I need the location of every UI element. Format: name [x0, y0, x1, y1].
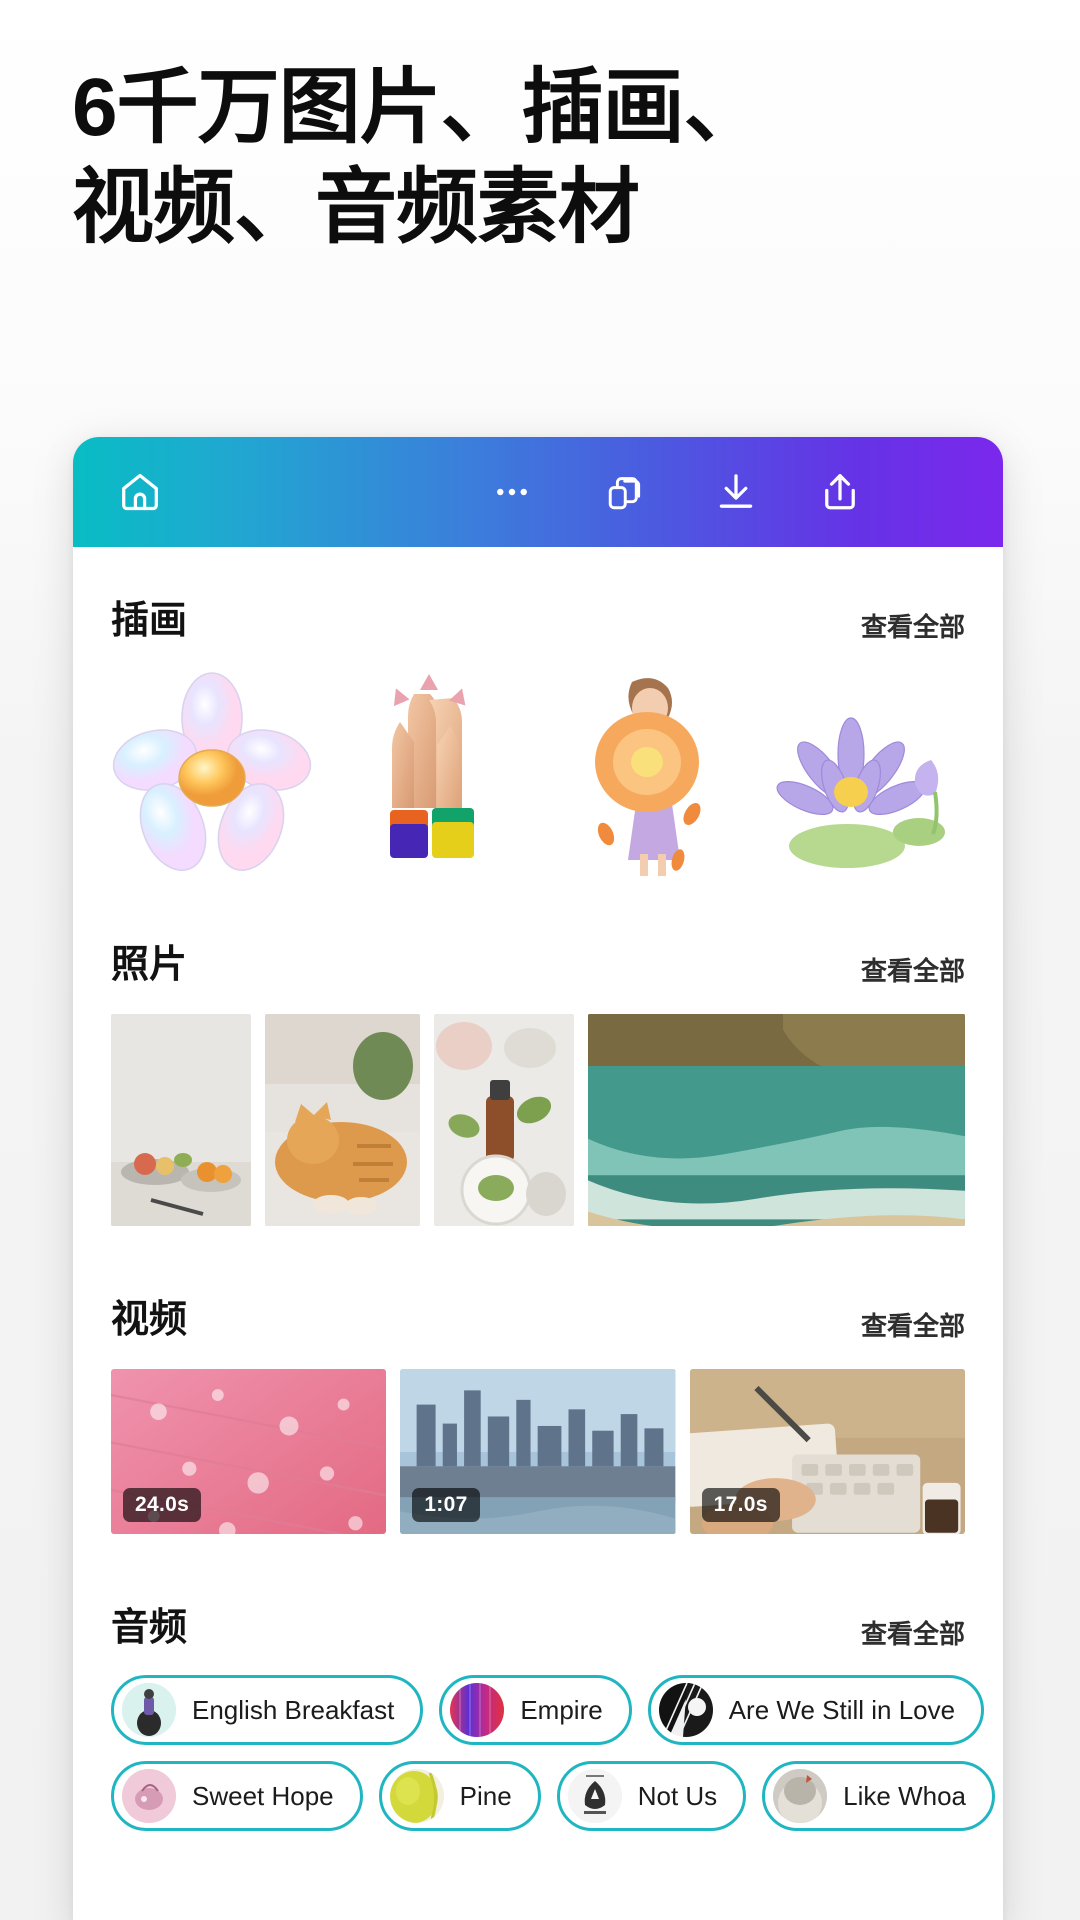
photo-fruit-bowls-still-life[interactable] [111, 1014, 251, 1226]
album-art-icon [773, 1769, 828, 1823]
home-icon[interactable] [103, 455, 177, 529]
see-all-photos[interactable]: 查看全部 [861, 951, 965, 988]
audio-chip-pine[interactable]: Pine [378, 1761, 541, 1831]
video-duration-badge: 17.0s [701, 1488, 780, 1522]
album-art-icon [450, 1683, 505, 1737]
video-hands-typing-keyboard[interactable]: 17.0s [689, 1369, 965, 1534]
section-title-audio: 音频 [111, 1607, 188, 1649]
audio-row-2: Sweet Hope Pine Not Us Like Whoa [111, 1761, 996, 1831]
audio-chip-like-whoa[interactable]: Like Whoa [762, 1761, 996, 1831]
see-all-videos[interactable]: 查看全部 [861, 1306, 965, 1343]
download-icon[interactable] [699, 455, 773, 529]
photos-header: 照片 查看全部 [107, 933, 969, 988]
photo-ocean-shore-cliff[interactable] [588, 1014, 965, 1226]
share-icon[interactable] [803, 455, 877, 529]
video-city-skyline-river[interactable]: 1:07 [400, 1369, 676, 1534]
audio-chip-sweet-hope[interactable]: Sweet Hope [111, 1761, 363, 1831]
album-art-icon [122, 1683, 176, 1737]
videos-header: 视频 查看全部 [107, 1288, 969, 1343]
video-duration-badge: 1:07 [412, 1488, 480, 1522]
photos-row [107, 1014, 969, 1226]
audio-chip-not-us[interactable]: Not Us [556, 1761, 747, 1831]
illustration-flower-girl[interactable] [546, 664, 748, 879]
illustration-praying-hands[interactable] [328, 664, 530, 879]
audio-chip-label: Pine [459, 1780, 512, 1811]
section-title-videos: 视频 [111, 1299, 188, 1341]
page-title: 6千万图片、插画、 视频、音频素材 [72, 62, 766, 254]
audio-chip-label: Not Us [637, 1780, 718, 1811]
illustration-purple-water-lily[interactable] [763, 664, 965, 879]
app-toolbar [73, 437, 1003, 547]
videos-row: 24.0s 1:07 17.0s [107, 1369, 969, 1534]
phone-mockup: 插画 查看全部 照片 查看全部 视频 查看全部 24.0s 1:07 17.0s… [73, 437, 1003, 1920]
see-all-audio[interactable]: 查看全部 [861, 1614, 965, 1651]
more-dots-icon[interactable] [475, 455, 549, 529]
audio-chip-english-breakfast[interactable]: English Breakfast [111, 1675, 424, 1745]
app-screenshot: 6千万图片、插画、 视频、音频素材 插画 查看全部 照片 查看全部 视频 查看全… [0, 0, 1080, 1920]
album-art-icon [389, 1769, 444, 1823]
audio-chip-label: English Breakfast [192, 1694, 395, 1725]
album-art-icon [122, 1769, 176, 1823]
audio-chip-label: Are We Still in Love [728, 1694, 956, 1725]
audio-chip-label: Like Whoa [843, 1780, 967, 1811]
illustration-holographic-flower[interactable] [111, 664, 313, 879]
illustrations-header: 插画 查看全部 [107, 589, 969, 644]
audio-chip-label: Sweet Hope [192, 1780, 334, 1811]
audio-chip-label: Empire [520, 1694, 603, 1725]
section-audio: 音频 查看全部 English Breakfast Empire Are We … [73, 1596, 1003, 1831]
photo-orange-cat-on-bed[interactable] [265, 1014, 420, 1226]
section-title-photos: 照片 [111, 944, 188, 986]
video-duration-badge: 24.0s [123, 1488, 202, 1522]
audio-row-1: English Breakfast Empire Are We Still in… [111, 1675, 985, 1745]
photo-skincare-serum-flatlay[interactable] [434, 1014, 574, 1226]
album-art-icon [567, 1769, 622, 1823]
video-pink-leaf-water-drops[interactable]: 24.0s [111, 1369, 387, 1534]
audio-chip-empire[interactable]: Empire [439, 1675, 632, 1745]
illustrations-row [107, 654, 969, 879]
section-videos: 视频 查看全部 24.0s 1:07 17.0s [73, 1288, 1003, 1534]
section-photos: 照片 查看全部 [73, 933, 1003, 1226]
section-illustrations: 插画 查看全部 [73, 589, 1003, 879]
audio-chip-rows: English Breakfast Empire Are We Still in… [107, 1675, 996, 1831]
audio-header: 音频 查看全部 [107, 1596, 969, 1651]
section-title-illustrations: 插画 [111, 600, 188, 642]
album-art-icon [658, 1683, 713, 1737]
duplicate-icon[interactable] [589, 455, 663, 529]
see-all-illustrations[interactable]: 查看全部 [861, 607, 965, 644]
audio-chip-are-we-still-in-love[interactable]: Are We Still in Love [647, 1675, 985, 1745]
